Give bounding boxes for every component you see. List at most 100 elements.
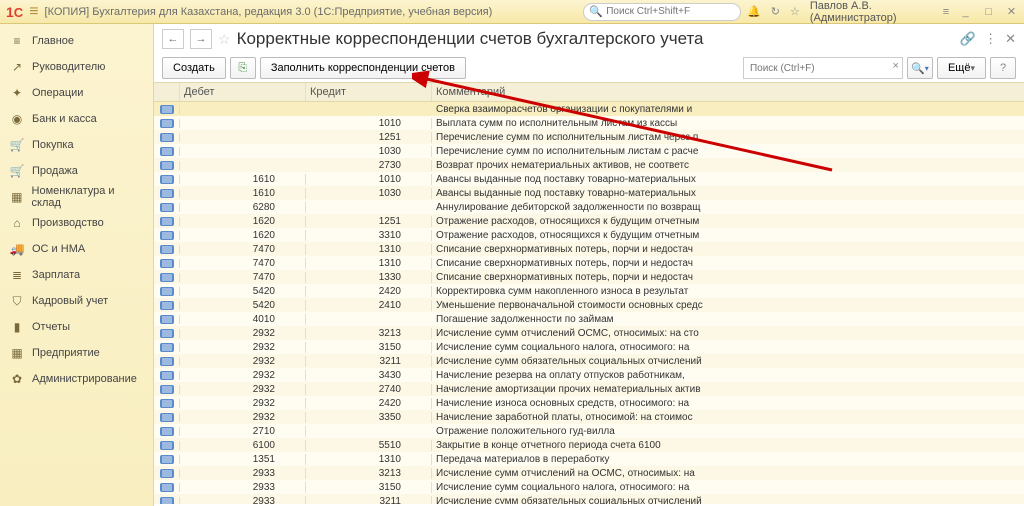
sidebar-item-12[interactable]: ▦Предприятие [0, 340, 153, 366]
col-debet[interactable]: Дебет [180, 83, 306, 101]
cell-credit: 1010 [306, 174, 432, 185]
row-icon [160, 273, 174, 282]
table-row[interactable]: 1010Выплата сумм по исполнительным листа… [154, 116, 1024, 130]
cell-debet: 7470 [180, 258, 306, 269]
sidebar-item-6[interactable]: ▦Номенклатура и склад [0, 184, 153, 210]
sidebar-item-7[interactable]: ⌂Производство [0, 210, 153, 236]
table-row[interactable]: 29323213Исчисление сумм отчислений ОСМС,… [154, 326, 1024, 340]
cell-comment: Перечисление сумм по исполнительным лист… [432, 132, 1024, 143]
sidebar-label: Главное [32, 35, 74, 47]
col-credit[interactable]: Кредит [306, 83, 432, 101]
table-row[interactable]: 2730Возврат прочих нематериальных активо… [154, 158, 1024, 172]
cell-debet: 1610 [180, 188, 306, 199]
table-row[interactable]: 16201251Отражение расходов, относящихся … [154, 214, 1024, 228]
sidebar-item-0[interactable]: ≡Главное [0, 28, 153, 54]
more-button[interactable]: Ещё [937, 57, 986, 79]
row-icon [160, 105, 174, 114]
sidebar-item-4[interactable]: 🛒Покупка [0, 132, 153, 158]
close-page-icon[interactable]: ✕ [1005, 31, 1016, 47]
table-row[interactable]: 4010Погашение задолженности по займам [154, 312, 1024, 326]
cell-debet: 2932 [180, 342, 306, 353]
sidebar-label: Зарплата [32, 269, 80, 281]
col-comment[interactable]: Комментарий [432, 83, 1024, 101]
table-row[interactable]: Сверка взаиморасчетов организации с поку… [154, 102, 1024, 116]
clear-search-icon[interactable]: × [893, 60, 899, 72]
link-icon[interactable]: 🔗 [960, 31, 976, 47]
cell-comment: Исчисление сумм социального налога, отно… [432, 482, 1024, 493]
row-icon [160, 399, 174, 408]
kebab-icon[interactable]: ⋮ [984, 31, 997, 47]
back-button[interactable]: ← [162, 29, 184, 49]
sidebar-label: Производство [32, 217, 104, 229]
table-row[interactable]: 2710Отражение положительного гуд-вилла [154, 424, 1024, 438]
table-row[interactable]: 13511310Передача материалов в переработк… [154, 452, 1024, 466]
cell-comment: Передача материалов в переработку [432, 454, 1024, 465]
table-row[interactable]: 29322740Начисление амортизации прочих не… [154, 382, 1024, 396]
forward-button[interactable]: → [190, 29, 212, 49]
table-row[interactable]: 54202410Уменьшение первоначальной стоимо… [154, 298, 1024, 312]
table-row[interactable]: 29323150Исчисление сумм социального нало… [154, 340, 1024, 354]
menu-icon[interactable]: ≡ [29, 3, 38, 21]
copy-button[interactable]: ⎘ [230, 57, 256, 79]
table-row[interactable]: 29323350Начисление заработной платы, отн… [154, 410, 1024, 424]
sidebar-item-1[interactable]: ↗Руководителю [0, 54, 153, 80]
row-icon [160, 427, 174, 436]
cell-credit: 1010 [306, 118, 432, 129]
table-row[interactable]: 29323211Исчисление сумм обязательных соц… [154, 354, 1024, 368]
row-icon [160, 329, 174, 338]
global-search-input[interactable] [583, 3, 741, 21]
user-label[interactable]: Павлов А.В. (Администратор) [810, 0, 933, 24]
row-icon [160, 371, 174, 380]
cell-comment: Исчисление сумм отчислений на ОСМС, отно… [432, 468, 1024, 479]
bell-icon[interactable]: 🔔 [747, 5, 761, 18]
table-row[interactable]: 29333150Исчисление сумм социального нало… [154, 480, 1024, 494]
sidebar-icon: ⛉ [10, 294, 24, 308]
table-row[interactable]: 6280Аннулирование дебиторской задолженно… [154, 200, 1024, 214]
fill-button[interactable]: Заполнить корреспонденции счетов [260, 57, 466, 79]
table-row[interactable]: 61005510Закрытие в конце отчетного перио… [154, 438, 1024, 452]
table-row[interactable]: 74701330Списание сверхнормативных потерь… [154, 270, 1024, 284]
cell-comment: Корректировка сумм накопленного износа в… [432, 286, 1024, 297]
sidebar-item-5[interactable]: 🛒Продажа [0, 158, 153, 184]
table-row[interactable]: 29322420Начисление износа основных средс… [154, 396, 1024, 410]
table-search-input[interactable] [743, 57, 903, 79]
table-row[interactable]: 1030Перечисление сумм по исполнительным … [154, 144, 1024, 158]
cell-credit: 3150 [306, 482, 432, 493]
help-button[interactable]: ? [990, 57, 1016, 79]
sidebar-item-13[interactable]: ✿Администрирование [0, 366, 153, 392]
sidebar-item-9[interactable]: ≣Зарплата [0, 262, 153, 288]
favorite-icon[interactable]: ☆ [218, 31, 231, 48]
close-button[interactable]: ✕ [1005, 5, 1018, 18]
history-icon[interactable]: ↻ [771, 5, 780, 18]
sidebar-item-8[interactable]: 🚚ОС и НМА [0, 236, 153, 262]
create-button[interactable]: Создать [162, 57, 226, 79]
star-icon[interactable]: ☆ [790, 5, 800, 18]
sidebar-item-3[interactable]: ◉Банк и касса [0, 106, 153, 132]
find-button[interactable]: 🔍▾ [907, 57, 933, 79]
cell-debet: 5420 [180, 286, 306, 297]
sidebar-item-2[interactable]: ✦Операции [0, 80, 153, 106]
table-row[interactable]: 1251Перечисление сумм по исполнительным … [154, 130, 1024, 144]
table-row[interactable]: 54202420Корректировка сумм накопленного … [154, 284, 1024, 298]
table-row[interactable]: 29333213Исчисление сумм отчислений на ОС… [154, 466, 1024, 480]
table-row[interactable]: 74701310Списание сверхнормативных потерь… [154, 242, 1024, 256]
table-row[interactable]: 16101030Авансы выданные под поставку тов… [154, 186, 1024, 200]
cell-credit: 3211 [306, 496, 432, 505]
cell-comment: Начисление амортизации прочих нематериал… [432, 384, 1024, 395]
table-row[interactable]: 16203310Отражение расходов, относящихся … [154, 228, 1024, 242]
cell-debet: 4010 [180, 314, 306, 325]
maximize-button[interactable]: □ [982, 6, 995, 18]
table-row[interactable]: 29333211Исчисление сумм обязательных соц… [154, 494, 1024, 504]
sidebar-item-10[interactable]: ⛉Кадровый учет [0, 288, 153, 314]
table-row[interactable]: 74701310Списание сверхнормативных потерь… [154, 256, 1024, 270]
cell-comment: Перечисление сумм по исполнительным лист… [432, 146, 1024, 157]
global-search[interactable]: 🔍 [583, 3, 741, 21]
minimize-button[interactable]: _ [959, 6, 972, 18]
cell-comment: Списание сверхнормативных потерь, порчи … [432, 258, 1024, 269]
table-row[interactable]: 29323430Начисление резерва на оплату отп… [154, 368, 1024, 382]
user-menu-icon[interactable]: ≡ [943, 6, 949, 18]
cell-comment: Отражение расходов, относящихся к будущи… [432, 230, 1024, 241]
sidebar-item-11[interactable]: ▮Отчеты [0, 314, 153, 340]
app-title: [КОПИЯ] Бухгалтерия для Казахстана, реда… [45, 6, 493, 18]
table-row[interactable]: 16101010Авансы выданные под поставку тов… [154, 172, 1024, 186]
